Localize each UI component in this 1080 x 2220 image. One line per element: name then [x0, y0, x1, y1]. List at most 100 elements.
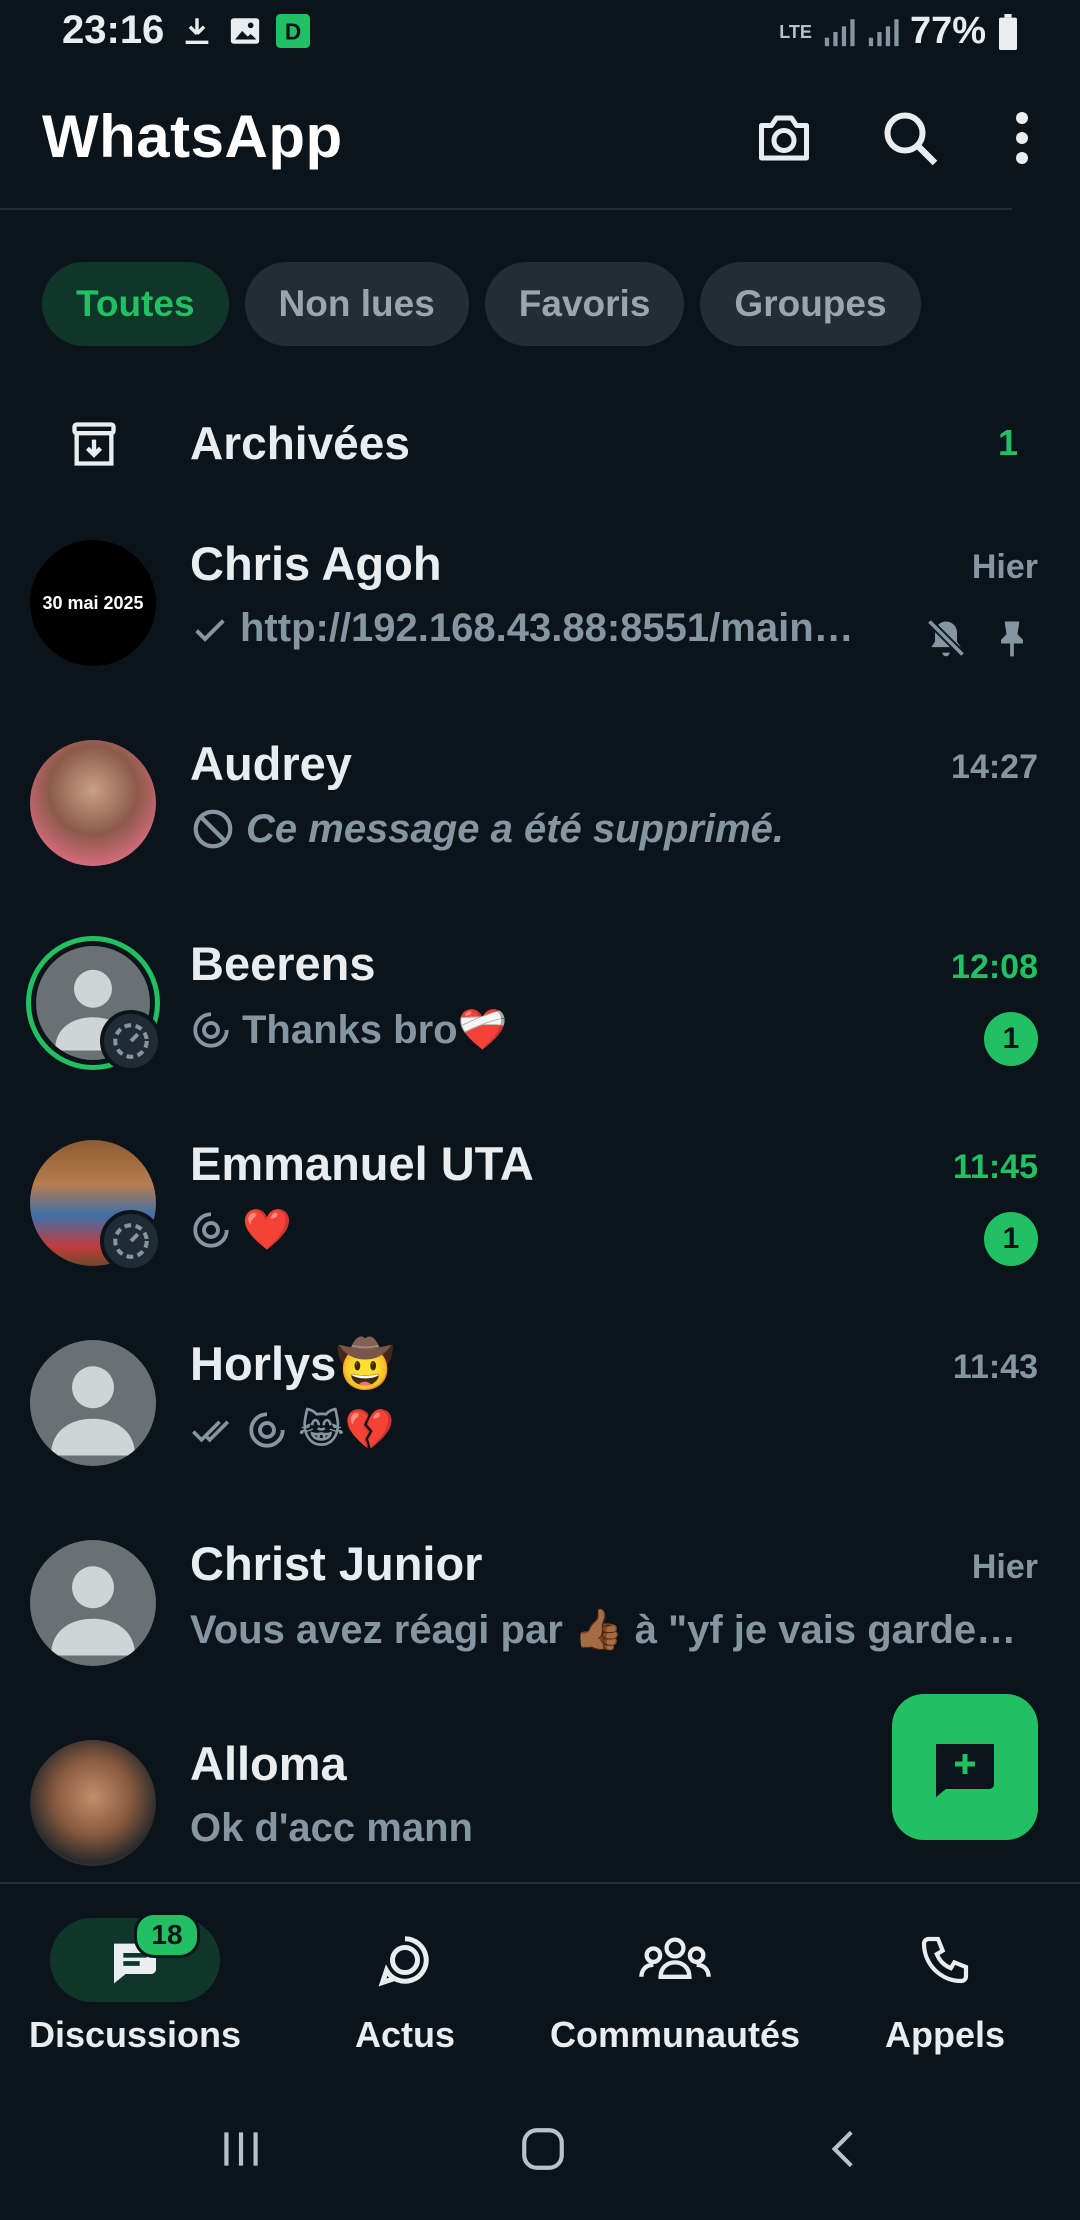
- archived-row[interactable]: Archivées 1: [0, 400, 1080, 488]
- chat-preview-text: Vous avez réagi par 👍🏾 à "yf je vais gar…: [190, 1608, 1017, 1652]
- chat-time: 11:45: [952, 1148, 1038, 1186]
- signal-icon: [868, 18, 899, 46]
- chat-name: Chris Agoh: [190, 537, 442, 590]
- chip-toutes[interactable]: Toutes: [42, 262, 229, 346]
- network-type: LTE: [779, 21, 812, 42]
- chat-preview-text: Ce message a été supprimé.: [246, 806, 785, 851]
- signal-icon: [824, 18, 855, 46]
- chat-time: Hier: [971, 548, 1038, 586]
- status-mini: [100, 1010, 162, 1072]
- archived-count: 1: [997, 422, 1018, 463]
- more-vert-icon[interactable]: [992, 108, 1052, 168]
- gallery-icon: [230, 18, 260, 44]
- nav-icon-wrap: [590, 1918, 760, 2002]
- chat-preview: Ok d'acc mann: [190, 1806, 910, 1851]
- nav-label: Communautés: [549, 2014, 801, 2055]
- chat-preview: ❤️: [190, 1206, 910, 1253]
- chat-time: 11:43: [952, 1348, 1038, 1386]
- home-icon[interactable]: [518, 2124, 568, 2174]
- battery-text: 77%: [909, 10, 986, 52]
- single-check-icon: [195, 618, 225, 642]
- chat-item-beerens[interactable]: Beerens 12:08 Thanks bro❤️‍🩹 1: [0, 936, 1080, 1140]
- chat-preview: Ce message a été supprimé.: [190, 806, 910, 852]
- unread-badge: 1: [984, 1212, 1038, 1266]
- chat-name: Christ Junior: [190, 1537, 483, 1590]
- avatar: 30 mai 2025: [30, 540, 156, 666]
- bottom-nav: 18 Discussions Actus Communautés Appels: [0, 1884, 1080, 2074]
- nav-appels[interactable]: Appels: [810, 1918, 1080, 2056]
- camera-icon[interactable]: [754, 108, 814, 168]
- avatar: [30, 1540, 156, 1666]
- chat-preview: http://192.168.43.88:8551/main…: [190, 606, 890, 651]
- chip-groupes[interactable]: Groupes: [700, 262, 921, 346]
- chat-time: 12:08: [951, 948, 1038, 986]
- nav-icon-wrap: 18: [50, 1912, 220, 2002]
- chip-non-lues[interactable]: Non lues: [244, 262, 469, 346]
- app-d-icon: D: [276, 14, 310, 48]
- avatar-text: 30 mai 2025: [42, 592, 144, 613]
- recent-apps-icon[interactable]: [216, 2124, 266, 2174]
- filter-chips: Toutes Non lues Favoris Groupes: [42, 262, 921, 346]
- chat-preview-text: http://192.168.43.88:8551/main…: [240, 606, 854, 650]
- deleted-icon: [193, 809, 233, 849]
- nav-actus[interactable]: Actus: [270, 1918, 540, 2056]
- nav-icon-wrap: [320, 1918, 490, 2002]
- app-title: WhatsApp: [42, 103, 343, 170]
- nav-discussions[interactable]: 18 Discussions: [0, 1912, 270, 2056]
- new-chat-icon: [936, 1744, 994, 1797]
- system-nav-bar: [0, 2074, 1080, 2220]
- status-reply-icon: [193, 1011, 229, 1048]
- chat-item-audrey[interactable]: Audrey 14:27 Ce message a été supprimé.: [0, 737, 1080, 940]
- updates-icon: [378, 1936, 429, 1987]
- pin-icon: [1001, 621, 1023, 657]
- chat-name: Beerens: [190, 937, 376, 990]
- back-icon[interactable]: [820, 2124, 870, 2174]
- avatar: [30, 1340, 156, 1466]
- chat-preview: Thanks bro❤️‍🩹: [190, 1006, 910, 1053]
- mute-bell-icon: [926, 618, 966, 658]
- chat-name: Horlys🤠: [190, 1337, 395, 1390]
- calls-icon: [921, 1936, 969, 1984]
- chip-favoris[interactable]: Favoris: [484, 262, 685, 346]
- status-right: LTE 77%: [779, 10, 1020, 53]
- status-reply-icon: [193, 1211, 229, 1248]
- communities-icon: [639, 1937, 711, 1979]
- chat-time: 14:27: [951, 748, 1038, 786]
- download-icon: [185, 18, 209, 45]
- nav-communautes[interactable]: Communautés: [540, 1918, 810, 2056]
- svg-text:D: D: [285, 19, 301, 45]
- status-update-icon: [113, 1023, 149, 1059]
- unread-badge: 1: [984, 1012, 1038, 1066]
- header-divider: [0, 208, 1012, 210]
- chat-time: Hier: [971, 1548, 1038, 1586]
- default-avatar-icon: [51, 1566, 135, 1656]
- status-bar: 23:16 D LTE 77%: [0, 0, 1080, 64]
- nav-badge: 18: [134, 1912, 200, 1958]
- chat-preview: 😹💔: [190, 1406, 910, 1453]
- chat-item-chris-agoh[interactable]: 30 mai 2025 Chris Agoh Hier http://192.1…: [0, 537, 1080, 740]
- nav-icon-wrap: [860, 1918, 1030, 2002]
- chat-preview-text: Thanks bro❤️‍🩹: [242, 1008, 508, 1052]
- chat-name: Emmanuel UTA: [190, 1137, 534, 1190]
- status-mini: [100, 1210, 162, 1272]
- nav-label: Actus: [354, 2014, 456, 2055]
- avatar: [30, 740, 156, 866]
- battery-icon: [999, 13, 1017, 50]
- chat-item-emmanuel-uta[interactable]: Emmanuel UTA 11:45 ❤️ 1: [0, 1137, 1080, 1340]
- status-time: 23:16: [62, 8, 165, 52]
- chat-preview-text: Ok d'acc mann: [190, 1806, 473, 1850]
- avatar: [30, 1740, 156, 1866]
- status-reply-icon: [249, 1411, 285, 1448]
- archived-label: Archivées: [190, 417, 410, 469]
- chat-preview-text: ❤️: [242, 1208, 292, 1252]
- search-icon[interactable]: [880, 108, 940, 168]
- new-chat-button[interactable]: [892, 1694, 1038, 1840]
- nav-label: Appels: [884, 2014, 1006, 2055]
- chat-item-horlys[interactable]: Horlys🤠 11:43 😹💔: [0, 1337, 1080, 1540]
- double-check-icon: [192, 1420, 230, 1442]
- nav-label: Discussions: [28, 2014, 242, 2055]
- archive-icon: [72, 422, 116, 466]
- chat-preview-text: 😹💔: [298, 1408, 395, 1452]
- chat-name: Alloma: [190, 1737, 347, 1790]
- status-update-icon: [113, 1223, 149, 1259]
